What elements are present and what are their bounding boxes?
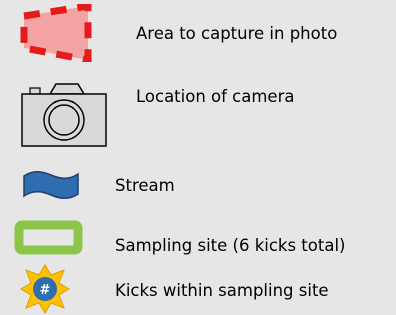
legend-item-camera: Location of camera [0, 70, 396, 150]
legend: Area to capture in photo Location of cam… [0, 0, 396, 315]
capture-area-icon [20, 4, 92, 62]
stream-icon [23, 171, 79, 199]
legend-item-sampling-site: Sampling site (6 kicks total) [0, 215, 396, 265]
legend-item-stream: Stream [0, 160, 396, 210]
kick-star-icon: # [20, 264, 70, 314]
legend-label-stream: Stream [115, 176, 175, 195]
camera-icon [21, 83, 107, 147]
legend-label-sampling-site: Sampling site (6 kicks total) [115, 236, 346, 255]
legend-label-capture-area: Area to capture in photo [136, 24, 338, 43]
legend-item-capture-area: Area to capture in photo [0, 0, 396, 70]
legend-item-kicks: # Kicks within sampling site [0, 262, 396, 315]
legend-label-kicks: Kicks within sampling site [115, 281, 329, 300]
legend-label-camera: Location of camera [136, 87, 295, 106]
sampling-site-icon [14, 220, 83, 255]
kick-star-symbol-text: # [40, 283, 51, 298]
